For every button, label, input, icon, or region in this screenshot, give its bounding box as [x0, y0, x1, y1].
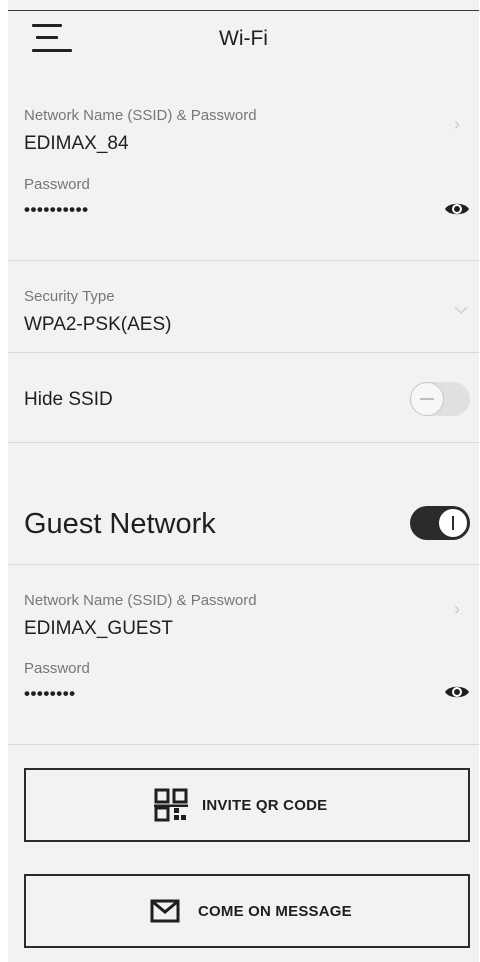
chevron-down-icon[interactable] — [454, 305, 468, 315]
toggle-knob — [437, 507, 469, 539]
come-on-message-label: COME ON MESSAGE — [198, 902, 352, 920]
guest-password-value: •••••••• — [24, 684, 76, 703]
invite-qr-code-label: INVITE QR CODE — [202, 796, 328, 814]
divider — [8, 260, 479, 261]
invite-qr-code-button[interactable]: INVITE QR CODE — [24, 768, 470, 842]
qr-code-icon — [154, 788, 188, 822]
security-type-label: Security Type — [24, 288, 115, 305]
chevron-right-icon[interactable]: › — [454, 114, 460, 135]
come-on-message-button[interactable]: COME ON MESSAGE — [24, 874, 470, 948]
wifi-screen: Wi-Fi Network Name (SSID) & Password EDI… — [8, 0, 479, 962]
guest-network-title: Guest Network — [24, 508, 216, 540]
header: Wi-Fi — [8, 11, 479, 69]
page-title: Wi-Fi — [219, 27, 268, 50]
eye-icon[interactable] — [444, 200, 470, 218]
guest-password-label: Password — [24, 660, 90, 677]
main-password-label: Password — [24, 176, 90, 193]
main-ssid-label: Network Name (SSID) & Password — [24, 107, 257, 124]
guest-ssid-label: Network Name (SSID) & Password — [24, 592, 257, 609]
eye-icon[interactable] — [444, 683, 470, 701]
divider — [8, 744, 479, 745]
main-password-value: •••••••••• — [24, 200, 89, 219]
divider — [8, 564, 479, 565]
divider — [8, 442, 479, 443]
toggle-knob — [410, 382, 444, 416]
guest-ssid-value: EDIMAX_GUEST — [24, 618, 173, 639]
chevron-right-icon[interactable]: › — [454, 599, 460, 620]
hide-ssid-toggle[interactable] — [410, 382, 470, 416]
main-ssid-value: EDIMAX_84 — [24, 133, 129, 154]
guest-network-toggle[interactable] — [410, 506, 470, 540]
security-type-value: WPA2-PSK(AES) — [24, 314, 172, 335]
mail-icon — [150, 899, 180, 923]
divider — [8, 352, 479, 353]
hide-ssid-label: Hide SSID — [24, 389, 113, 410]
